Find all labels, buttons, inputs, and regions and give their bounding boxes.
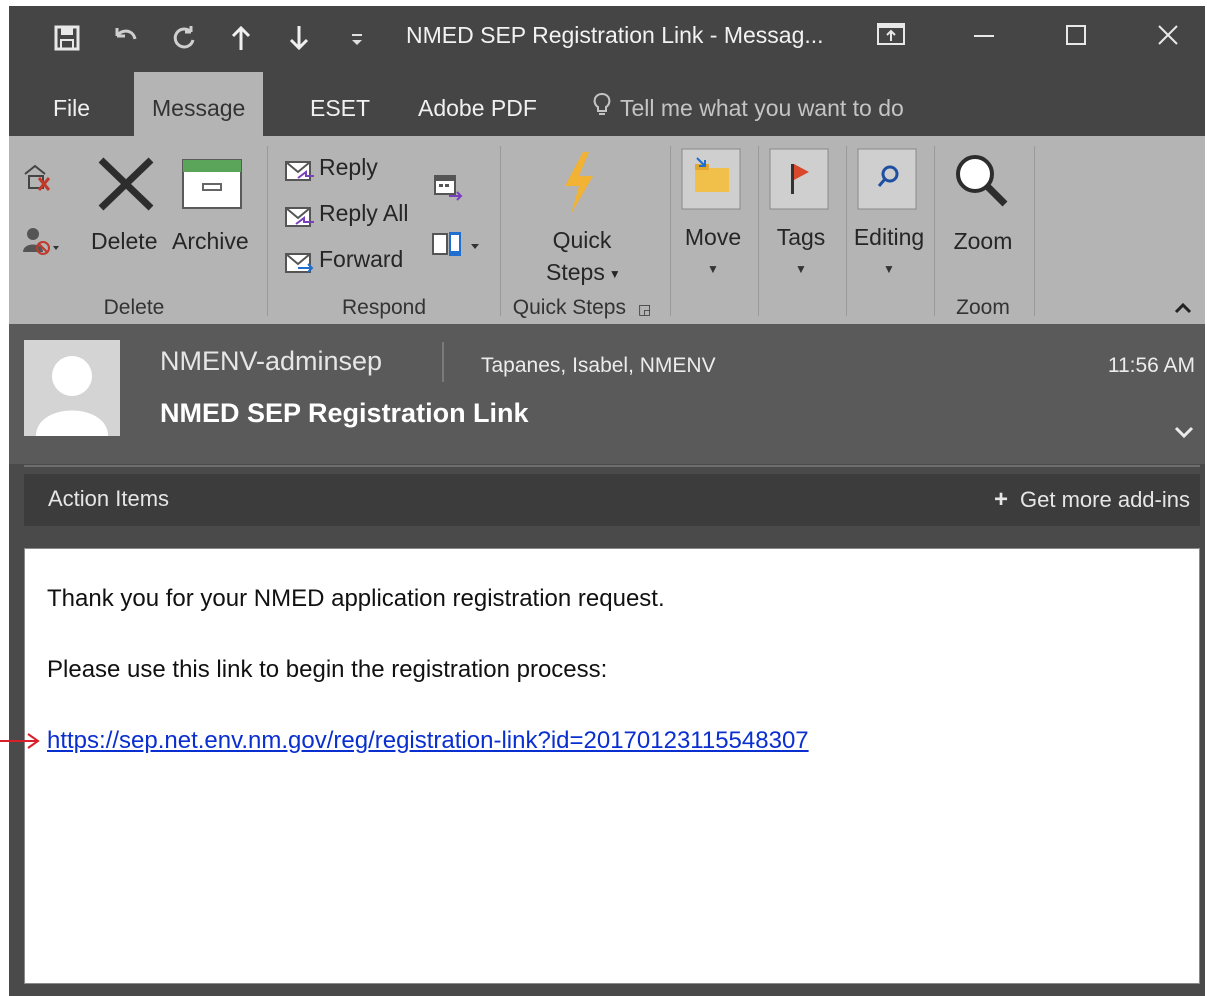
tell-me-search[interactable]: Tell me what you want to do — [592, 72, 904, 136]
quick-steps-group-label: Quick Steps ◲ — [512, 296, 652, 319]
editing-button[interactable]: Editing — [847, 224, 931, 251]
tags-dropdown-arrow-icon[interactable]: ▼ — [795, 262, 807, 276]
forward-button[interactable]: Forward — [319, 246, 403, 273]
group-divider — [934, 146, 935, 316]
close-button[interactable] — [1148, 20, 1188, 60]
annotation-arrow-icon — [0, 729, 42, 758]
message-subject: NMED SEP Registration Link — [160, 398, 529, 428]
delete-button[interactable]: Delete — [91, 228, 157, 255]
minimize-button[interactable] — [964, 20, 1004, 60]
zoom-icon[interactable] — [951, 150, 1011, 217]
recipient-name[interactable]: Tapanes, Isabel, NMENV — [481, 354, 716, 378]
archive-icon[interactable] — [181, 158, 243, 215]
tags-button[interactable]: Tags — [771, 224, 831, 251]
zoom-group-label: Zoom — [956, 296, 1010, 319]
ribbon-tabs: File Message ESET Adobe PDF Tell me what… — [9, 72, 1205, 136]
down-arrow-icon[interactable] — [283, 24, 315, 56]
editing-dropdown-arrow-icon[interactable]: ▼ — [883, 262, 895, 276]
save-icon[interactable] — [51, 24, 83, 56]
tab-eset[interactable]: ESET — [292, 72, 388, 136]
delete-group-label: Delete — [103, 296, 165, 319]
sender-name[interactable]: NMENV-adminsep — [160, 346, 382, 377]
tab-file[interactable]: File — [35, 72, 108, 136]
delete-icon[interactable] — [95, 154, 157, 219]
zoom-button[interactable]: Zoom — [947, 228, 1019, 255]
ribbon-display-options-icon[interactable] — [871, 20, 911, 60]
dialog-launcher-icon[interactable]: ◲ — [638, 301, 651, 317]
ignore-icon[interactable] — [21, 162, 55, 199]
archive-button[interactable]: Archive — [172, 228, 249, 255]
more-respond-icon[interactable] — [431, 230, 483, 265]
reply-all-icon — [284, 202, 316, 235]
group-divider — [1034, 146, 1035, 316]
redo-icon[interactable] — [167, 24, 199, 56]
lightning-icon — [559, 150, 599, 221]
outlook-message-window: NMED SEP Registration Link - Messag... F… — [9, 6, 1205, 996]
get-more-addins-button[interactable]: + Get more add-ins — [994, 486, 1190, 514]
reply-icon — [284, 156, 316, 189]
group-divider — [500, 146, 501, 316]
registration-link[interactable]: https://sep.net.env.nm.gov/reg/registrat… — [47, 727, 809, 755]
reply-all-button[interactable]: Reply All — [319, 200, 408, 227]
move-button[interactable]: Move — [683, 224, 743, 251]
flag-icon[interactable] — [769, 148, 829, 215]
reply-button[interactable]: Reply — [319, 154, 378, 181]
find-icon[interactable] — [857, 148, 917, 215]
ribbon: Delete Archive Delete Reply Reply All Fo… — [9, 136, 1205, 324]
collapse-ribbon-icon[interactable] — [1173, 300, 1193, 321]
body-line-1: Thank you for your NMED application regi… — [47, 585, 665, 612]
get-more-addins-label: Get more add-ins — [1020, 487, 1190, 512]
message-body: Thank you for your NMED application regi… — [24, 548, 1200, 984]
tell-me-label: Tell me what you want to do — [620, 95, 904, 121]
meeting-icon[interactable] — [433, 174, 463, 207]
header-separator — [24, 465, 1200, 467]
up-arrow-icon[interactable] — [225, 24, 257, 56]
forward-icon — [284, 248, 316, 281]
action-items-bar: Action Items + Get more add-ins — [24, 474, 1200, 526]
title-bar: NMED SEP Registration Link - Messag... — [9, 6, 1205, 72]
body-line-2: Please use this link to begin the regist… — [47, 656, 608, 683]
avatar — [24, 340, 120, 436]
junk-icon[interactable] — [21, 224, 61, 263]
message-header: NMENV-adminsep Tapanes, Isabel, NMENV 11… — [9, 324, 1205, 464]
tab-adobe-pdf[interactable]: Adobe PDF — [400, 72, 555, 136]
group-divider — [670, 146, 671, 316]
customize-icon[interactable] — [341, 24, 373, 56]
quick-steps-label-line2: Steps ▼ — [546, 259, 621, 285]
plus-icon: + — [994, 486, 1009, 513]
header-divider — [442, 342, 444, 382]
respond-group-label: Respond — [341, 296, 427, 319]
undo-icon[interactable] — [109, 24, 141, 56]
group-divider — [267, 146, 268, 316]
move-icon[interactable] — [681, 148, 741, 215]
group-divider — [758, 146, 759, 316]
maximize-button[interactable] — [1056, 20, 1096, 60]
action-items-title[interactable]: Action Items — [48, 486, 169, 512]
message-time: 11:56 AM — [1107, 354, 1195, 377]
tab-message[interactable]: Message — [134, 72, 264, 136]
quick-steps-label-line1: Quick — [552, 227, 612, 253]
move-dropdown-arrow-icon[interactable]: ▼ — [707, 262, 719, 276]
quick-steps-button[interactable]: Quick Steps ▼ — [546, 224, 621, 290]
expand-header-icon[interactable] — [1173, 416, 1195, 447]
window-title: NMED SEP Registration Link - Messag... — [406, 22, 824, 48]
